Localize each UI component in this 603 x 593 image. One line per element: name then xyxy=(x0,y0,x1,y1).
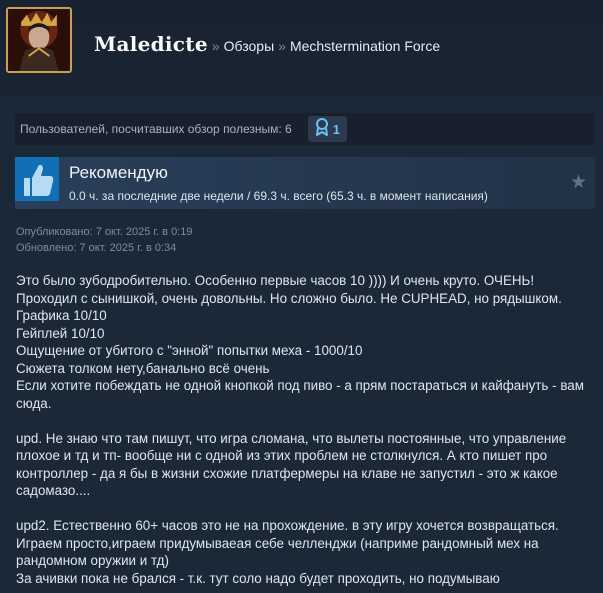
username-link[interactable]: Maledicte xyxy=(94,32,208,56)
breadcrumb-reviews-link[interactable]: Обзоры xyxy=(224,38,275,54)
breadcrumb: Maledicte » Обзоры » Mechstermination Fo… xyxy=(94,32,440,56)
review-line: За ачивки пока не брался - т.к. тут соло… xyxy=(16,570,500,586)
review-update-paragraph: upd. Не знаю что там пишут, что игра сло… xyxy=(16,430,567,499)
award-count: 1 xyxy=(332,121,340,137)
profile-header: Maledicte » Обзоры » Mechstermination Fo… xyxy=(0,0,603,96)
playtime-hours: 0.0 ч. за последние две недели / 69.3 ч.… xyxy=(69,189,488,203)
recommendation-title: Рекомендую xyxy=(69,163,168,182)
review-line: Ощущение от убитого с "энной" попытки ме… xyxy=(16,343,363,358)
published-date: Опубликовано: 7 окт. 2025 г. в 0:19 xyxy=(16,226,193,238)
review-line: Играем просто,играем придумываеая себе ч… xyxy=(16,535,539,569)
review-line: upd2. Естественно 60+ часов это не на пр… xyxy=(16,518,559,533)
review-dates: Опубликовано: 7 окт. 2025 г. в 0:19 Обно… xyxy=(16,224,192,256)
review-line: Это было зубодробительно. Особенно первы… xyxy=(16,273,535,288)
award-button[interactable]: 1 xyxy=(307,116,347,142)
review-line: Сюжета толком нету,банально всё очень xyxy=(16,360,270,376)
review-line: Если хотите побеждать не одной кнопкой п… xyxy=(16,378,584,411)
award-ribbon-icon xyxy=(315,117,329,141)
review-body: Это было зубодробительно. Особенно первы… xyxy=(16,272,596,587)
avatar[interactable] xyxy=(6,7,72,73)
avatar-image xyxy=(8,9,70,71)
breadcrumb-game-link[interactable]: Mechstermination Force xyxy=(290,38,440,54)
updated-date: Обновлено: 7 окт. 2025 г. в 0:34 xyxy=(16,242,177,254)
helpful-count-bar: Пользователей, посчитавших обзор полезны… xyxy=(15,113,595,145)
breadcrumb-separator: » xyxy=(211,38,220,54)
breadcrumb-separator: » xyxy=(278,38,286,54)
star-icon[interactable]: ★ xyxy=(570,171,587,194)
recommendation-box: Рекомендую 0.0 ч. за последние две недел… xyxy=(15,157,595,209)
helpful-count-text: Пользователей, посчитавших обзор полезны… xyxy=(20,122,292,136)
review-line: Графика 10/10 xyxy=(16,308,107,323)
review-line: Гейплей 10/10 xyxy=(16,325,105,341)
review-line: Проходил с сынишкой, очень довольны. Но … xyxy=(16,290,562,306)
thumbs-up-icon xyxy=(15,157,59,201)
